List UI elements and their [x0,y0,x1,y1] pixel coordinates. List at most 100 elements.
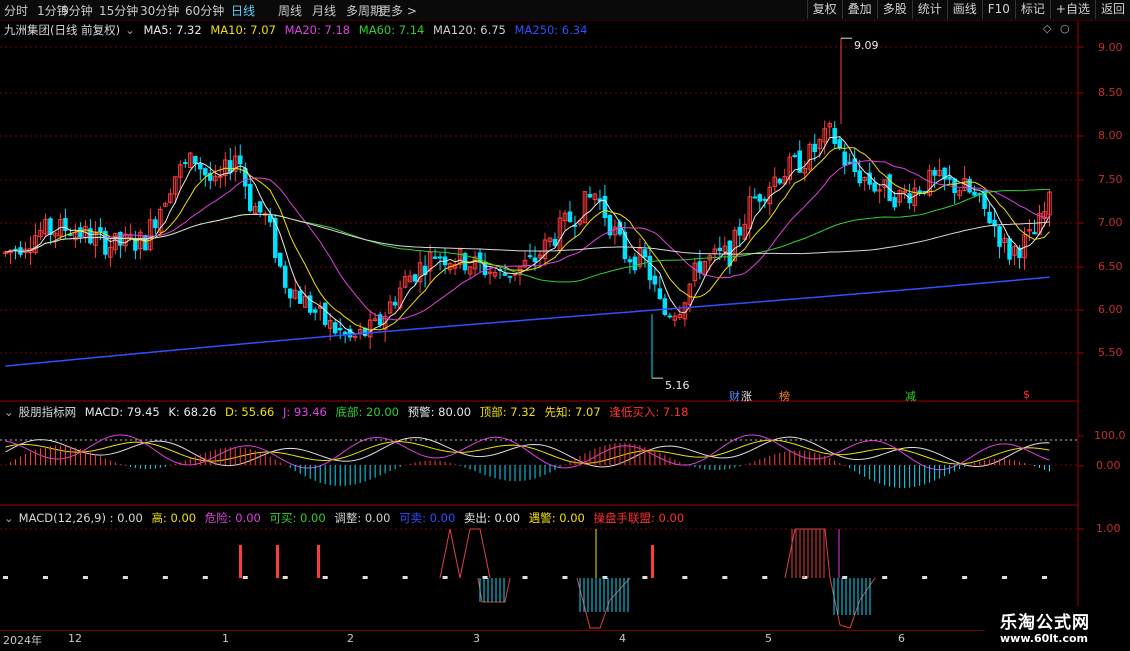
dropdown-circle-icon[interactable]: ⌄ [4,405,14,419]
dropdown-circle-icon[interactable]: ⌄ [125,23,135,37]
mark-button[interactable]: 标记 [1014,0,1050,19]
candle-body [917,190,922,194]
candle-body [48,218,53,235]
candle-body [277,252,283,267]
event-marker-dollar[interactable]: $ [1023,388,1030,401]
candle-body [512,273,518,276]
ind1-bottom: 底部: 20.00 [335,405,399,419]
event-marker-rise[interactable]: 涨 [741,388,752,404]
period-tab-daily[interactable]: 日线 [231,2,255,19]
zero-dot [3,576,8,579]
ind2-adjust: 调整: 0.00 [334,511,391,525]
candle-body [737,226,743,236]
ind2-wave [829,577,876,629]
add-favorite-button[interactable]: +自选 [1049,0,1095,19]
period-tab-5min[interactable]: 5分钟 [61,2,93,19]
candle-body [997,226,1002,247]
time-label-month: 5 [765,632,772,645]
stock-title[interactable]: 九洲集团(日线 前复权) [4,23,120,37]
candle-body [1032,231,1037,235]
ind1-line [5,436,1050,468]
draw-line-button[interactable]: 画线 [946,0,982,19]
zero-dot [922,576,928,579]
ma120-value: MA120: 6.75 [433,23,506,37]
back-button[interactable]: 返回 [1094,0,1130,19]
time-label-year: 2024年 [3,634,42,647]
time-label-month: 12 [68,632,82,645]
indicator1-title[interactable]: 股朋指标网 [19,405,77,419]
event-marker-finance[interactable]: 财 [729,388,740,404]
ind2-trader: 操盘手联盟: 0.00 [593,511,685,525]
candle-body [228,160,233,174]
ind1-top: 顶部: 7.32 [479,405,536,419]
kline-chart[interactable] [0,0,1130,650]
statistics-button[interactable]: 统计 [911,0,947,19]
period-tab-multi[interactable]: 多周期 [346,2,382,19]
event-marker-billboard[interactable]: 榜 [779,388,790,404]
candle-body [437,256,443,259]
candle-body [258,201,263,213]
candle-body [627,259,633,263]
candle-body [502,273,508,276]
period-tab-30min[interactable]: 30分钟 [140,2,179,19]
y-tick: 8.00 [1098,129,1123,142]
time-label-month: 6 [898,632,905,645]
period-tab-fenshi[interactable]: 分时 [4,2,28,19]
dropdown-circle-icon[interactable]: ⌄ [4,511,14,525]
ind1-prophet: 先知: 7.07 [544,405,601,419]
zero-dot [762,576,768,579]
zero-dot [1042,576,1048,579]
multi-stock-button[interactable]: 多股 [876,0,912,19]
zero-dot [962,576,968,579]
time-label-month: 2 [347,632,354,645]
period-tab-monthly[interactable]: 月线 [312,2,336,19]
period-tab-more[interactable]: 更多 > [379,2,417,19]
diamond-icon[interactable]: ◇ [1043,22,1051,35]
period-tab-60min[interactable]: 60分钟 [185,2,224,19]
zero-dot [802,576,808,579]
ind2-sell: 卖出: 0.00 [463,511,521,525]
ind2-sellable: 可卖: 0.00 [399,511,456,525]
y-tick: 9.00 [1098,41,1123,54]
candle-body [392,301,398,306]
ma5-value: MA5: 7.32 [143,23,202,37]
candle-body [133,239,138,251]
f10-button[interactable]: F10 [981,0,1015,19]
fuquan-button[interactable]: 复权 [806,0,842,19]
candle-body [183,162,188,165]
signal-bar [276,545,279,578]
y-tick: 0.00 [1096,459,1121,472]
zero-dot [42,576,48,579]
candle-body [972,191,977,196]
candle-body [238,155,243,165]
candle-body [507,275,513,278]
candle-body [337,328,343,331]
period-tab-15min[interactable]: 15分钟 [99,2,138,19]
candle-body [647,255,653,281]
y-tick: 7.50 [1098,173,1123,186]
candle-body [332,322,338,334]
candle-body [632,256,638,271]
candle-body [78,227,83,238]
signal-bar [239,545,242,578]
close-panel-icon[interactable]: ○ [1060,22,1070,35]
signal-bar [317,545,320,578]
candle-body [587,193,593,198]
y-tick: 5.50 [1098,346,1123,359]
zero-dot [402,576,408,579]
event-marker-reduce[interactable]: 减 [905,388,916,404]
overlay-button[interactable]: 叠加 [841,0,877,19]
ind1-line [5,434,1050,471]
zero-dot [162,576,168,579]
candle-body [218,175,223,178]
watermark-title: 乐淘公式网 [1000,613,1090,633]
zero-dot [562,576,568,579]
candle-body [312,309,318,313]
indicator2-title[interactable]: MACD(12,26,9) : 0.00 [19,511,143,525]
candle-body [662,298,668,315]
candle-body [987,211,992,224]
candle-body [657,288,663,299]
period-tab-weekly[interactable]: 周线 [278,2,302,19]
y-tick: 6.00 [1098,303,1123,316]
candle-body [432,256,438,259]
